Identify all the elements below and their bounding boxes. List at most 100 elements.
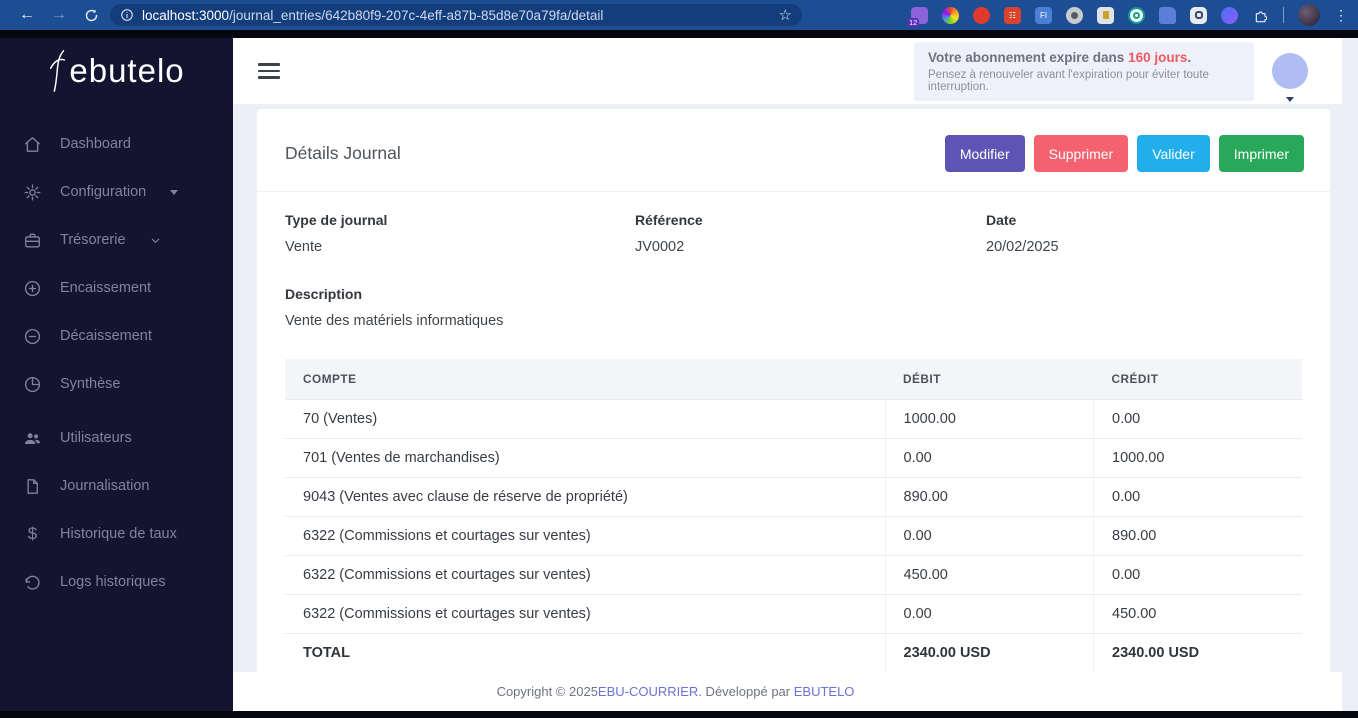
minus-circle-icon (23, 327, 42, 346)
extensions-row: 12 ☷ FI ⋮ (824, 4, 1348, 27)
field-label: Date (986, 212, 1017, 228)
ext-colorwheel-icon[interactable] (942, 6, 959, 24)
cell-compte: 6322 (Commissions et courtages sur vente… (285, 594, 886, 634)
journal-fields: Type de journal Vente Référence JV0002 D… (257, 192, 1330, 255)
cell-credit: 0.00 (1093, 477, 1302, 517)
table-row: 9043 (Ventes avec clause de réserve de p… (285, 477, 1302, 517)
page-title: Détails Journal (285, 143, 401, 163)
sidebar-item-label: Configuration (60, 184, 147, 200)
cell-compte: 6322 (Commissions et courtages sur vente… (285, 516, 886, 556)
user-menu[interactable] (1272, 53, 1308, 102)
menu-toggle-icon[interactable] (258, 63, 280, 79)
table-row: 701 (Ventes de marchandises) 0.00 1000.00 (285, 438, 1302, 478)
sidebar-item-synthese[interactable]: Synthèse (0, 360, 233, 408)
site-info-icon[interactable] (120, 8, 134, 22)
column-header-credit: CRÉDIT (1093, 359, 1302, 400)
profile-avatar-icon[interactable] (1298, 4, 1320, 26)
ext-fi-icon[interactable]: FI (1035, 6, 1052, 24)
bookmark-star-icon[interactable]: ☆ (779, 6, 792, 24)
sidebar-item-encaissement[interactable]: Encaissement (0, 264, 233, 312)
ext-calendar-icon[interactable]: 12 (907, 6, 928, 27)
sidebar-item-journalisation[interactable]: Journalisation (0, 462, 233, 510)
address-bar[interactable]: localhost:3000/journal_entries/642b80f9-… (110, 4, 802, 26)
extensions-puzzle-icon[interactable] (1252, 7, 1269, 24)
ext-folder-icon[interactable] (1159, 6, 1176, 24)
footer: Copyright © 2025 EBU-COURRIER . Développ… (233, 672, 1358, 711)
logo-container[interactable]: ebutelo (0, 38, 233, 104)
screen-bottom-edge (0, 711, 1358, 718)
copyright-text: Copyright © 2025 (496, 684, 598, 699)
modify-button[interactable]: Modifier (944, 135, 1025, 172)
validate-button[interactable]: Valider (1137, 135, 1210, 172)
table-row: 70 (Ventes) 1000.00 0.00 (285, 399, 1302, 439)
browser-forward-icon[interactable]: → (46, 3, 72, 27)
sidebar-item-label: Encaissement (60, 280, 152, 296)
field-label: Type de journal (285, 212, 388, 228)
delete-button[interactable]: Supprimer (1033, 135, 1129, 172)
cell-credit: 0.00 (1093, 399, 1302, 439)
ext-camera-icon[interactable] (1066, 6, 1083, 24)
field-date: Date 20/02/2025 (986, 212, 1302, 255)
sidebar-item-configuration[interactable]: Configuration (0, 168, 233, 216)
user-avatar[interactable] (1272, 53, 1308, 89)
cell-debit: 0.00 (884, 594, 1094, 634)
home-icon (23, 135, 42, 154)
entries-table-wrap: COMPTE DÉBIT CRÉDIT 70 (Ventes) 1000.00 0.… (285, 359, 1302, 673)
scrollbar-gutter[interactable] (1342, 38, 1358, 711)
field-reference: Référence JV0002 (635, 212, 986, 255)
gear-icon (23, 183, 42, 202)
ext-red-grid-icon[interactable]: ☷ (1004, 6, 1021, 24)
browser-toolbar: ← → localhost:3000/journal_entries/642b8… (0, 0, 1358, 30)
cell-debit: 1000.00 (884, 399, 1094, 439)
sidebar-item-label: Trésorerie (60, 232, 126, 248)
sidebar-item-label: Dashboard (60, 136, 131, 152)
browser-back-icon[interactable]: ← (14, 3, 40, 27)
action-buttons: Modifier Supprimer Valider Imprimer (944, 135, 1304, 172)
table-body: 70 (Ventes) 1000.00 0.00 701 (Ventes de mar… (285, 399, 1302, 634)
extension-badge: 12 (907, 17, 920, 27)
card-header: Détails Journal Modifier Supprimer Valid… (257, 109, 1330, 192)
print-button[interactable]: Imprimer (1218, 135, 1304, 172)
total-label: TOTAL (285, 633, 886, 673)
field-description: Description Vente des matériels informat… (257, 255, 1330, 329)
table-total-row: TOTAL 2340.00 USD 2340.00 USD (285, 633, 1302, 673)
browser-menu-icon[interactable]: ⋮ (1334, 8, 1348, 22)
topbar: Votre abonnement expire dans 160 jours. … (233, 38, 1358, 104)
field-value: Vente des matériels informatiques (285, 313, 504, 329)
cell-compte: 6322 (Commissions et courtages sur vente… (285, 555, 886, 595)
dollar-icon: $ (27, 524, 38, 543)
url-text[interactable]: localhost:3000/journal_entries/642b80f9-… (142, 8, 771, 23)
sidebar-item-logs-historiques[interactable]: Logs historiques (0, 558, 233, 606)
sidebar-item-label: Synthèse (60, 376, 121, 392)
ext-notes-icon[interactable] (1097, 6, 1114, 24)
field-label: Description (285, 286, 363, 302)
footer-link-ebu-courrier[interactable]: EBU-COURRIER (598, 684, 698, 699)
browser-refresh-icon[interactable] (78, 3, 104, 27)
sidebar-item-tresorerie[interactable]: Trésorerie (0, 216, 233, 264)
user-menu-caret-icon (1286, 97, 1294, 102)
sidebar-item-label: Historique de taux (60, 526, 177, 542)
cell-credit: 890.00 (1093, 516, 1302, 556)
ext-fi-label: FI (1039, 10, 1048, 20)
ext-red-circle-icon[interactable] (973, 6, 990, 24)
cell-debit: 890.00 (884, 477, 1094, 517)
sidebar-item-decaissement[interactable]: Décaissement (0, 312, 233, 360)
footer-link-ebutelo[interactable]: EBUTELO (794, 684, 855, 699)
ext-frame-icon[interactable] (1190, 6, 1207, 24)
entries-table: COMPTE DÉBIT CRÉDIT 70 (Ventes) 1000.00 0.… (285, 359, 1302, 673)
sidebar-item-label: Journalisation (60, 478, 150, 494)
cell-debit: 0.00 (884, 438, 1094, 478)
sidebar-item-utilisateurs[interactable]: Utilisateurs (0, 414, 233, 462)
sidebar-item-historique-de-taux[interactable]: $ Historique de taux (0, 510, 233, 558)
ext-target-icon[interactable] (1128, 6, 1145, 24)
sidebar-nav: Dashboard Configuration Trésorerie Encaisse… (0, 104, 233, 606)
total-credit: 2340.00 USD (1093, 633, 1302, 673)
app-logo: ebutelo (48, 49, 184, 93)
sidebar-item-dashboard[interactable]: Dashboard (0, 120, 233, 168)
ext-chat-icon[interactable] (1221, 6, 1238, 24)
days-remaining: 160 jours (1128, 49, 1188, 65)
briefcase-icon (23, 231, 42, 250)
subscription-notice: Votre abonnement expire dans 160 jours. … (914, 41, 1254, 101)
column-header-compte: COMPTE (285, 359, 886, 400)
content-area: Détails Journal Modifier Supprimer Valid… (233, 104, 1358, 673)
